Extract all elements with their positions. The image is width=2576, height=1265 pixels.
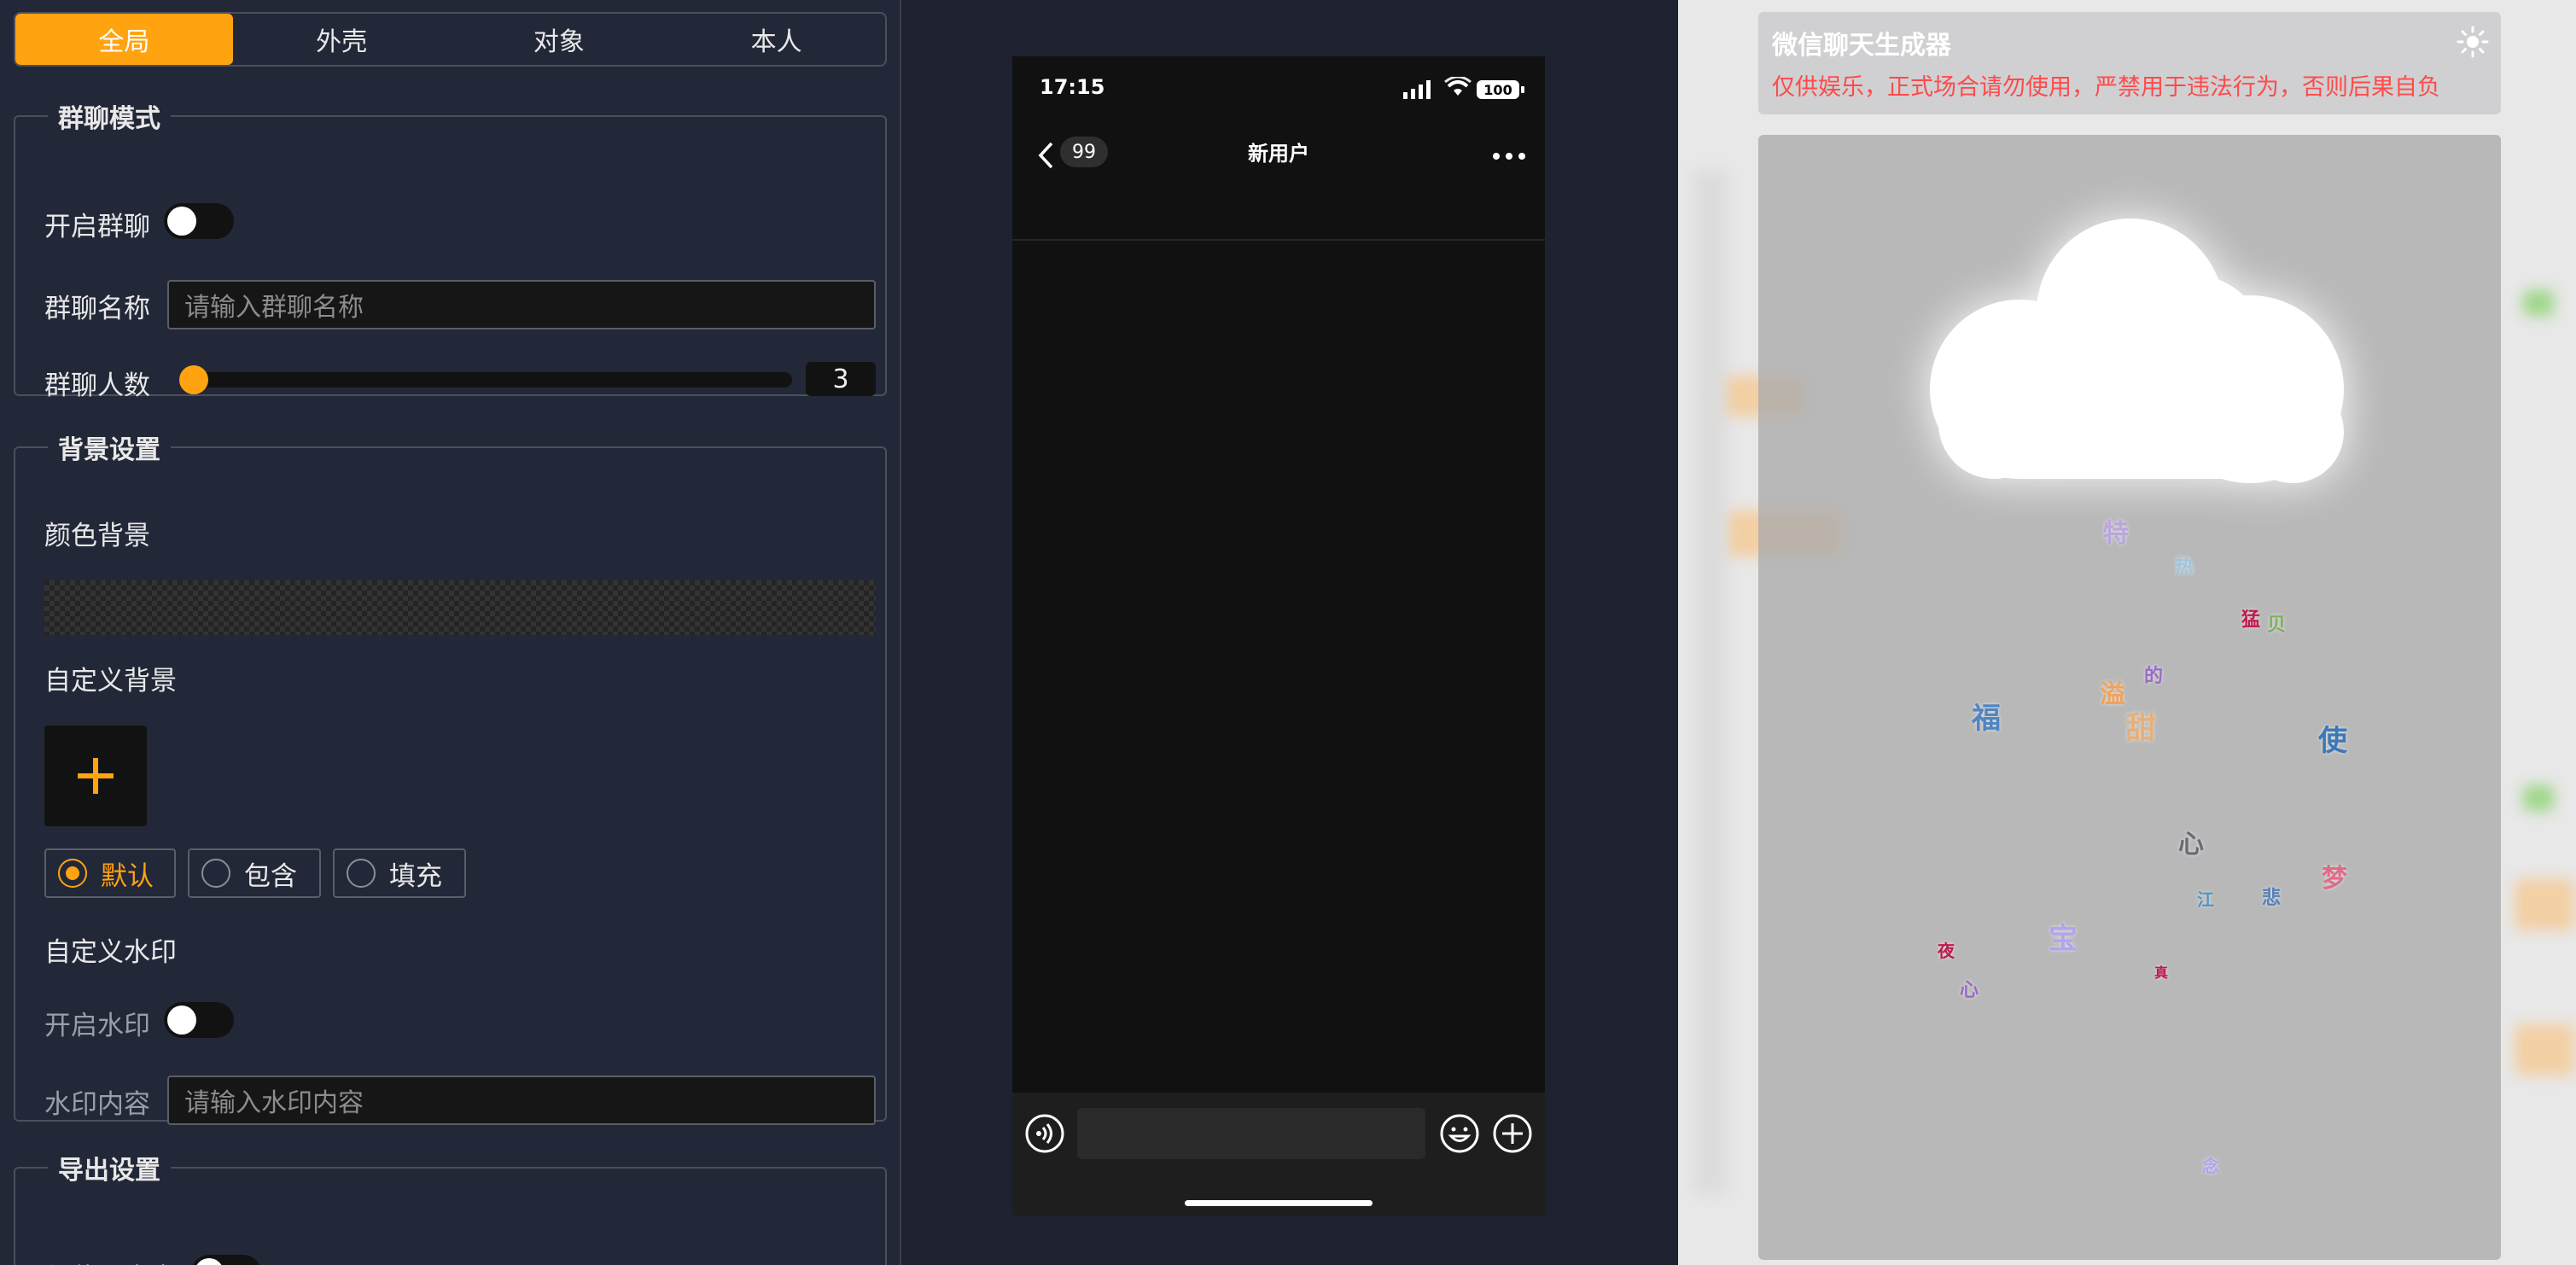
crop-content-toggle[interactable] <box>191 1255 261 1265</box>
radio-circle <box>347 859 376 888</box>
fit-option-label: 包含 <box>244 860 297 892</box>
floating-char: 梦 <box>2322 864 2347 894</box>
floating-char: 溢 <box>2100 679 2125 709</box>
group-count-slider[interactable] <box>179 372 792 388</box>
fit-option-default[interactable]: 默认 <box>44 848 176 898</box>
blurred-bubble <box>2523 785 2554 811</box>
group-name-label: 群聊名称 <box>44 294 150 324</box>
fit-option-label: 填充 <box>389 860 442 892</box>
background-section: 背景设置 颜色背景 自定义背景 默认 包含 填充 自定义水印 开启水印 水印内容… <box>14 428 887 1125</box>
status-time: 17:15 <box>1040 75 1105 99</box>
floating-char: 念 <box>2202 1156 2219 1176</box>
voice-icon[interactable] <box>1024 1113 1065 1154</box>
floating-char: 江 <box>2197 889 2214 910</box>
settings-panel: 全局 外壳 对象 本人 群聊模式 开启群聊 群聊名称 请输入群聊名称 群聊人数 … <box>0 0 901 1265</box>
blurred-bubble <box>2515 1024 2574 1076</box>
emoji-icon[interactable] <box>1439 1113 1480 1154</box>
home-indicator <box>1185 1200 1373 1206</box>
crop-content-label: 仅截取内容 <box>44 1256 177 1265</box>
toggle-knob <box>195 1258 224 1265</box>
watermark-enable-label: 开启水印 <box>44 1011 150 1041</box>
plus-circle-icon[interactable] <box>1492 1113 1533 1154</box>
tab-target[interactable]: 对象 <box>451 14 668 65</box>
watermark-content-label: 水印内容 <box>44 1089 150 1120</box>
export-section: 导出设置 仅截取内容 <box>14 1149 887 1265</box>
app-title: 微信聊天生成器 <box>1772 31 1951 61</box>
fit-option-label: 默认 <box>101 860 154 892</box>
signal-icon <box>1403 80 1431 99</box>
tab-self[interactable]: 本人 <box>667 14 885 65</box>
message-input[interactable] <box>1077 1108 1425 1159</box>
floating-char: 宝 <box>2049 922 2078 956</box>
fit-option-fill[interactable]: 填充 <box>333 848 466 898</box>
group-chat-toggle[interactable] <box>164 203 234 239</box>
floating-char: 福 <box>1972 702 2001 736</box>
upload-background-button[interactable] <box>44 726 147 826</box>
group-name-input[interactable]: 请输入群聊名称 <box>167 280 876 329</box>
battery-cap <box>1521 86 1524 93</box>
sun-icon[interactable] <box>2457 26 2489 58</box>
floating-char: 猛 <box>2241 609 2261 631</box>
floating-char: 心 <box>2178 830 2204 860</box>
blurred-bubble <box>2515 879 2574 930</box>
watermark-content-input[interactable]: 请输入水印内容 <box>167 1076 876 1125</box>
group-chat-enable-label: 开启群聊 <box>44 212 150 242</box>
floating-char: 真 <box>2154 965 2169 981</box>
floating-char: 贝 <box>2267 615 2287 636</box>
radio-circle <box>58 859 87 888</box>
cloud-icon <box>1930 219 2344 483</box>
floating-char: 使 <box>2318 724 2347 758</box>
toggle-knob <box>167 207 196 236</box>
custom-watermark-label: 自定义水印 <box>44 937 177 968</box>
tab-global[interactable]: 全局 <box>15 14 233 65</box>
export-legend: 导出设置 <box>58 1156 160 1186</box>
battery-indicator: 100 <box>1477 80 1519 99</box>
phone-preview: 17:15 100 99 新用户 <box>1012 56 1545 1215</box>
color-background-swatch[interactable] <box>44 580 876 635</box>
preview-backdrop-panel: 微信聊天生成器 仅供娱乐，正式场合请勿使用，严禁用于违法行为，否则后果自负 特 … <box>1678 0 2576 1265</box>
app-header: 微信聊天生成器 仅供娱乐，正式场合请勿使用，严禁用于违法行为，否则后果自负 <box>1758 12 2501 114</box>
group-count-value[interactable]: 3 <box>806 362 876 396</box>
disclaimer-text: 仅供娱乐，正式场合请勿使用，严禁用于违法行为，否则后果自负 <box>1772 74 2440 101</box>
watermark-toggle[interactable] <box>164 1002 234 1038</box>
chat-title: 新用户 <box>1248 142 1309 166</box>
plus-icon <box>78 758 114 794</box>
floating-char: 的 <box>2144 666 2164 687</box>
blurred-column <box>1693 171 1728 1195</box>
status-bar: 17:15 100 <box>1012 56 1545 125</box>
radio-circle <box>201 859 230 888</box>
floating-char: 心 <box>1960 980 1979 1001</box>
group-count-label: 群聊人数 <box>44 370 150 401</box>
floating-char: 悲 <box>2262 888 2282 909</box>
group-count-slider-handle[interactable] <box>179 365 208 394</box>
group-chat-section: 群聊模式 开启群聊 群聊名称 请输入群聊名称 群聊人数 3 <box>14 97 887 401</box>
tab-shell[interactable]: 外壳 <box>233 14 451 65</box>
blurred-bubble <box>2523 290 2554 316</box>
floating-char: 特 <box>2103 519 2129 549</box>
custom-background-label: 自定义背景 <box>44 666 177 697</box>
background-legend: 背景设置 <box>58 435 160 465</box>
group-chat-legend: 群聊模式 <box>58 104 160 134</box>
chat-input-bar <box>1012 1093 1545 1215</box>
wifi-icon <box>1444 77 1472 96</box>
floating-char: 夜 <box>1938 941 1955 961</box>
floating-char: 热 <box>2175 557 2194 578</box>
color-background-label: 颜色背景 <box>44 521 150 551</box>
fit-option-contain[interactable]: 包含 <box>188 848 321 898</box>
tab-bar: 全局 外壳 对象 本人 <box>14 12 887 67</box>
toggle-knob <box>167 1006 196 1035</box>
floating-char: 甜 <box>2125 711 2157 746</box>
loading-overlay: 特 热 猛 贝 的 溢 福 甜 使 心 江 悲 梦 宝 夜 真 心 念 <box>1758 135 2501 1260</box>
